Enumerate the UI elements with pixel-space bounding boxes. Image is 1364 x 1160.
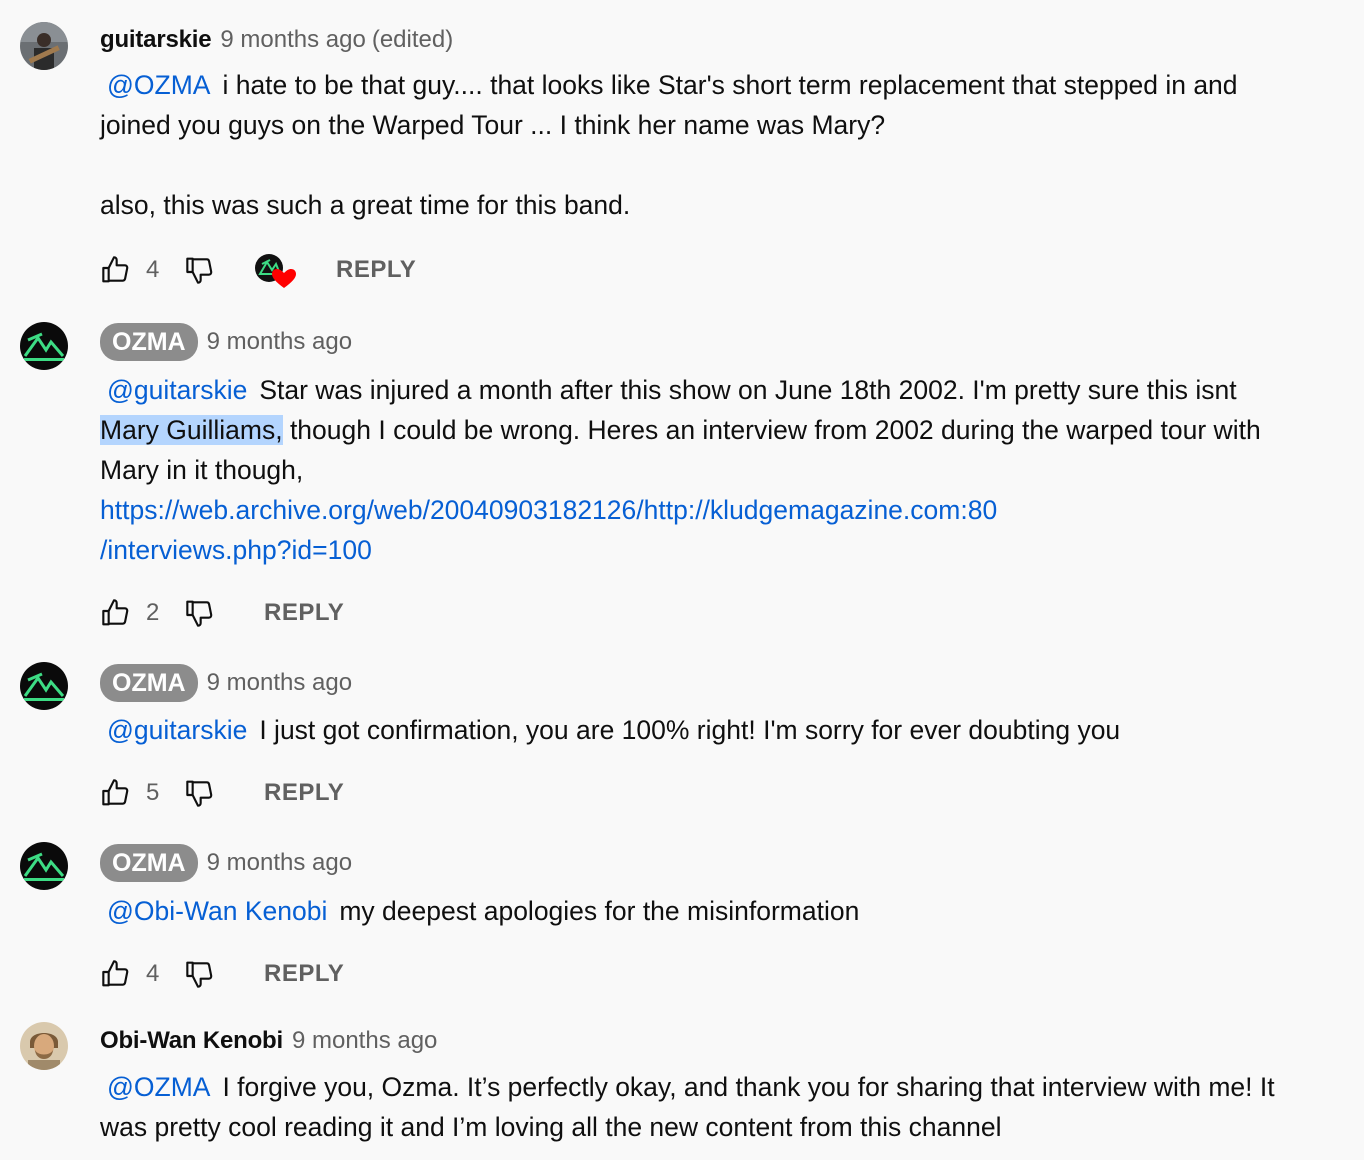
- dislike-icon[interactable]: [184, 597, 216, 629]
- like-icon[interactable]: [100, 777, 132, 809]
- channel-owner-badge[interactable]: OZMA: [100, 323, 198, 361]
- comment-actions: 4 REPLY: [100, 250, 416, 290]
- comment-text-part: I forgive you, Ozma. It’s perfectly okay…: [100, 1072, 1275, 1142]
- comment-text-part: i hate to be that guy.... that looks lik…: [100, 70, 1238, 140]
- reply-button[interactable]: REPLY: [264, 960, 344, 988]
- mention-link[interactable]: @OZMA: [107, 1072, 210, 1102]
- channel-owner-badge[interactable]: OZMA: [100, 844, 198, 882]
- avatar[interactable]: [20, 662, 68, 710]
- mention-link[interactable]: @guitarskie: [107, 375, 247, 405]
- comment-text: @OZMA i hate to be that guy.... that look…: [100, 65, 1290, 225]
- mention-link[interactable]: @Obi-Wan Kenobi: [107, 896, 327, 926]
- dislike-icon[interactable]: [184, 777, 216, 809]
- comment-text: @OZMA I forgive you, Ozma. It’s perfectly…: [100, 1067, 1290, 1147]
- like-count: 2: [146, 599, 160, 626]
- reply-button[interactable]: REPLY: [264, 779, 344, 807]
- timestamp[interactable]: 9 months ago: [207, 849, 352, 877]
- creator-heart-badge: [254, 250, 296, 290]
- like-icon[interactable]: [100, 597, 132, 629]
- avatar[interactable]: [20, 1022, 68, 1070]
- avatar[interactable]: [20, 322, 68, 370]
- like-icon[interactable]: [100, 254, 132, 286]
- like-count: 4: [146, 256, 160, 283]
- timestamp[interactable]: 9 months ago: [207, 328, 352, 356]
- external-link-continued[interactable]: /interviews.php?id=100: [100, 535, 372, 565]
- dislike-icon[interactable]: [184, 254, 216, 286]
- timestamp[interactable]: 9 months ago: [207, 669, 352, 697]
- comment-actions: 2 REPLY: [100, 593, 344, 633]
- comment-actions: 5 REPLY: [100, 773, 344, 813]
- selected-text: Mary Guilliams,: [100, 415, 283, 445]
- avatar[interactable]: [20, 842, 68, 890]
- like-count: 4: [146, 960, 160, 987]
- comment-text-part: I just got confirmation, you are 100% ri…: [259, 715, 1121, 745]
- comment-text-part: also, this was such a great time for thi…: [100, 190, 631, 220]
- comment-text-part: Star was injured a month after this show…: [259, 375, 1237, 405]
- timestamp[interactable]: 9 months ago: [292, 1027, 437, 1055]
- mention-link[interactable]: @guitarskie: [107, 715, 247, 745]
- avatar[interactable]: [20, 22, 68, 70]
- reply-button[interactable]: REPLY: [264, 599, 344, 627]
- author-name[interactable]: Obi-Wan Kenobi: [100, 1027, 283, 1055]
- comment-text: @Obi-Wan Kenobi my deepest apologies for …: [100, 891, 1290, 931]
- comment-text: @guitarskie Star was injured a month afte…: [100, 370, 1290, 570]
- external-link[interactable]: https://web.archive.org/web/200409031821…: [100, 495, 997, 525]
- reply-button[interactable]: REPLY: [336, 256, 416, 284]
- comment-text-part: my deepest apologies for the misinformat…: [339, 896, 860, 926]
- dislike-icon[interactable]: [184, 958, 216, 990]
- timestamp[interactable]: 9 months ago: [220, 26, 365, 54]
- comment-text: @guitarskie I just got confirmation, you …: [100, 710, 1290, 750]
- comment-actions: 4 REPLY: [100, 954, 344, 994]
- like-count: 5: [146, 779, 160, 806]
- like-icon[interactable]: [100, 958, 132, 990]
- mention-link[interactable]: @OZMA: [107, 70, 210, 100]
- author-name[interactable]: guitarskie: [100, 26, 212, 54]
- creator-heart-icon: [255, 254, 296, 288]
- edited-label: (edited): [371, 26, 454, 53]
- channel-owner-badge[interactable]: OZMA: [100, 664, 198, 702]
